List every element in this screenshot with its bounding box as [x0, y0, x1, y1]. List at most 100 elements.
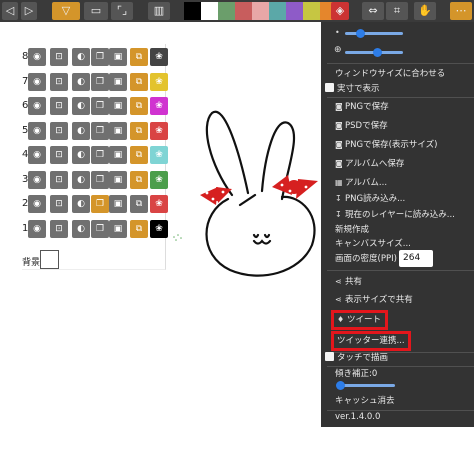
- share-display-item[interactable]: ⋖ 表示サイズで共有: [335, 292, 413, 308]
- eye-icon[interactable]: ◉: [28, 219, 46, 238]
- color-swatch-7[interactable]: [303, 2, 320, 20]
- lock-icon[interactable]: ⊡: [50, 146, 68, 164]
- color-swatch-4[interactable]: [252, 2, 269, 20]
- crop-button[interactable]: ⌗: [386, 2, 408, 20]
- color-swatch-0[interactable]: [184, 2, 201, 20]
- merge-down-icon[interactable]: ▣: [109, 121, 127, 140]
- clip-icon[interactable]: ❐: [91, 219, 109, 238]
- touch-draw-item[interactable]: タッチで描画: [325, 350, 388, 366]
- shape-tool-button[interactable]: ▭: [84, 2, 108, 20]
- redo-button[interactable]: ▷: [21, 2, 37, 20]
- duplicate-icon[interactable]: ⧉: [130, 195, 148, 213]
- clip-icon[interactable]: ❐: [91, 170, 109, 189]
- duplicate-icon[interactable]: ⧉: [130, 219, 148, 238]
- clear-cache-item[interactable]: キャッシュ消去: [335, 393, 395, 409]
- ppi-input[interactable]: 264: [399, 250, 433, 267]
- alpha-lock-icon[interactable]: ◐: [72, 72, 90, 91]
- lock-icon[interactable]: ⊡: [50, 97, 68, 115]
- merge-down-icon[interactable]: ▣: [109, 170, 127, 189]
- load-into-layer-item[interactable]: ↧ 現在のレイヤーに読み込み...: [335, 207, 455, 223]
- hand-tool-button[interactable]: ✋: [414, 2, 436, 20]
- color-swatch-1[interactable]: [201, 2, 218, 20]
- trash-button[interactable]: ▥: [148, 2, 170, 20]
- clip-icon[interactable]: ❐: [91, 146, 109, 164]
- blend-mode-icon[interactable]: ❀: [150, 170, 168, 189]
- blend-mode-icon[interactable]: ❀: [150, 219, 168, 238]
- duplicate-icon[interactable]: ⧉: [130, 97, 148, 115]
- save-png-item[interactable]: ◙ PNGで保存: [335, 99, 389, 115]
- alpha-lock-icon[interactable]: ◐: [72, 97, 90, 115]
- clip-icon[interactable]: ❐: [91, 195, 109, 213]
- actual-size-checkbox[interactable]: [325, 83, 334, 92]
- lock-icon[interactable]: ⊡: [50, 195, 68, 213]
- lock-icon[interactable]: ⊡: [50, 72, 68, 91]
- save-album-item[interactable]: ◙ アルバムへ保存: [335, 156, 404, 172]
- blend-mode-icon[interactable]: ❀: [150, 121, 168, 140]
- alpha-lock-icon[interactable]: ◐: [72, 195, 90, 213]
- eye-icon[interactable]: ◉: [28, 170, 46, 189]
- layer-row-2[interactable]: 2 ◉ ⊡ ◐ ❐ ▣ ⧉ ❀: [22, 195, 168, 217]
- tweet-item[interactable]: ♦ ツイート: [337, 312, 381, 328]
- duplicate-icon[interactable]: ⧉: [130, 170, 148, 189]
- color-swatch-6[interactable]: [286, 2, 303, 20]
- blend-mode-icon[interactable]: ❀: [150, 72, 168, 91]
- brush-size-knob[interactable]: [356, 29, 365, 38]
- color-swatch-3[interactable]: [235, 2, 252, 20]
- layer-row-4[interactable]: 4 ◉ ⊡ ◐ ❐ ▣ ⧉ ❀: [22, 146, 168, 168]
- eye-icon[interactable]: ◉: [28, 48, 46, 66]
- tilt-knob[interactable]: [336, 381, 345, 390]
- alpha-lock-icon[interactable]: ◐: [72, 48, 90, 66]
- lock-icon[interactable]: ⊡: [50, 121, 68, 140]
- lock-icon[interactable]: ⊡: [50, 170, 68, 189]
- merge-down-icon[interactable]: ▣: [109, 72, 127, 91]
- clip-icon[interactable]: ❐: [91, 97, 109, 115]
- blend-mode-icon[interactable]: ❀: [150, 97, 168, 115]
- clip-icon[interactable]: ❐: [91, 121, 109, 140]
- layer-row-8[interactable]: 8 ◉ ⊡ ◐ ❐ ▣ ⧉ ❀: [22, 48, 168, 70]
- clip-icon[interactable]: ❐: [91, 72, 109, 91]
- undo-button[interactable]: ◁: [2, 2, 18, 20]
- flip-button[interactable]: ⇔: [362, 2, 384, 20]
- merge-down-icon[interactable]: ▣: [109, 146, 127, 164]
- duplicate-icon[interactable]: ⧉: [130, 146, 148, 164]
- merge-down-icon[interactable]: ▣: [109, 97, 127, 115]
- merge-down-icon[interactable]: ▣: [109, 48, 127, 66]
- zoom-knob[interactable]: [373, 48, 382, 57]
- duplicate-icon[interactable]: ⧉: [130, 121, 148, 140]
- album-item[interactable]: ▦ アルバム...: [335, 175, 387, 191]
- touch-draw-checkbox[interactable]: [325, 352, 334, 361]
- lock-icon[interactable]: ⊡: [50, 219, 68, 238]
- blend-mode-icon[interactable]: ❀: [150, 48, 168, 66]
- merge-down-icon[interactable]: ▣: [109, 195, 127, 213]
- layer-row-1[interactable]: 1 ◉ ⊡ ◐ ❐ ▣ ⧉ ❀: [22, 219, 168, 242]
- save-psd-item[interactable]: ◙ PSDで保存: [335, 118, 388, 134]
- select-tool-button[interactable]: ⌜⌟: [111, 2, 133, 20]
- alpha-lock-icon[interactable]: ◐: [72, 121, 90, 140]
- duplicate-icon[interactable]: ⧉: [130, 72, 148, 91]
- blend-mode-icon[interactable]: ❀: [150, 146, 168, 164]
- background-color-box[interactable]: [40, 250, 59, 269]
- clip-icon[interactable]: ❐: [91, 48, 109, 66]
- twitter-link-item[interactable]: ツイッター連携...: [337, 333, 405, 349]
- alpha-lock-icon[interactable]: ◐: [72, 146, 90, 164]
- lock-icon[interactable]: ⊡: [50, 48, 68, 66]
- eye-icon[interactable]: ◉: [28, 97, 46, 115]
- load-png-item[interactable]: ↧ PNG読み込み...: [335, 191, 405, 207]
- color-swatch-5[interactable]: [269, 2, 286, 20]
- pen-tool-button[interactable]: ▽: [52, 2, 80, 20]
- layer-row-5[interactable]: 5 ◉ ⊡ ◐ ❐ ▣ ⧉ ❀: [22, 121, 168, 144]
- layers-button[interactable]: ◈: [331, 2, 349, 20]
- eye-icon[interactable]: ◉: [28, 72, 46, 91]
- eye-icon[interactable]: ◉: [28, 121, 46, 140]
- color-swatch-2[interactable]: [218, 2, 235, 20]
- alpha-lock-icon[interactable]: ◐: [72, 170, 90, 189]
- actual-size-item[interactable]: 実寸で表示: [325, 81, 380, 97]
- eye-icon[interactable]: ◉: [28, 195, 46, 213]
- save-png-display-item[interactable]: ◙ PNGで保存(表示サイズ): [335, 137, 437, 153]
- eye-icon[interactable]: ◉: [28, 146, 46, 164]
- alpha-lock-icon[interactable]: ◐: [72, 219, 90, 238]
- blend-mode-icon[interactable]: ❀: [150, 195, 168, 213]
- fit-window-item[interactable]: ウィンドウサイズに合わせる: [335, 66, 445, 82]
- menu-button[interactable]: ⋯: [450, 2, 472, 20]
- share-item[interactable]: ⋖ 共有: [335, 274, 362, 290]
